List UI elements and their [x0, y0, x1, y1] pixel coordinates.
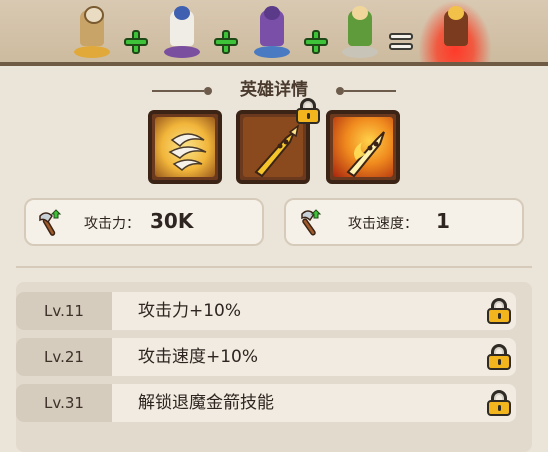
equals-icon: [389, 33, 413, 51]
plus-icon: [304, 30, 328, 54]
attack-stat: 攻击力： 30K: [24, 198, 264, 246]
flaming-arrow-skill-icon[interactable]: [326, 110, 400, 184]
bearded-wizard-hero-icon[interactable]: [158, 6, 206, 58]
title-ornament-right: [336, 87, 344, 95]
level-description: 攻击速度+10%: [112, 338, 516, 376]
attack-label: 攻击力：: [84, 216, 140, 232]
axe-upgrade-icon: [39, 209, 62, 236]
hooded-archer-hero-icon[interactable]: [248, 6, 296, 58]
lock-icon: [487, 390, 511, 416]
wind-slash-skill-icon[interactable]: [148, 110, 222, 184]
level-badge: Lv.31: [16, 384, 112, 422]
plus-icon: [214, 30, 238, 54]
level-description: 解锁退魔金箭技能: [112, 384, 516, 422]
level-badge: Lv.11: [16, 292, 112, 330]
hero-merge-bar: [0, 0, 548, 66]
level-row: Lv.31 解锁退魔金箭技能: [16, 384, 516, 422]
attack-value: 30K: [150, 209, 194, 233]
level-row: Lv.11 攻击力+10%: [16, 292, 516, 330]
lock-icon: [487, 344, 511, 370]
attack-speed-stat: 攻击速度： 1: [284, 198, 524, 246]
lock-icon: [487, 298, 511, 324]
plus-icon: [124, 30, 148, 54]
golden-hood-hero-icon[interactable]: [68, 6, 116, 58]
axe-speed-upgrade-icon: [301, 209, 322, 236]
hero-details-title: 英雄详情: [240, 80, 308, 100]
attack-speed-value: 1: [436, 209, 450, 233]
level-badge: Lv.21: [16, 338, 112, 376]
level-description: 攻击力+10%: [112, 292, 516, 330]
title-rule-right: [344, 90, 396, 92]
section-divider: [16, 266, 532, 268]
elf-archer-hero-icon[interactable]: [336, 6, 384, 58]
golden-archer-hero-icon[interactable]: [432, 6, 480, 58]
attack-speed-label: 攻击速度：: [348, 216, 418, 232]
level-row: Lv.21 攻击速度+10%: [16, 338, 516, 376]
skill-lock-icon: [296, 98, 320, 124]
